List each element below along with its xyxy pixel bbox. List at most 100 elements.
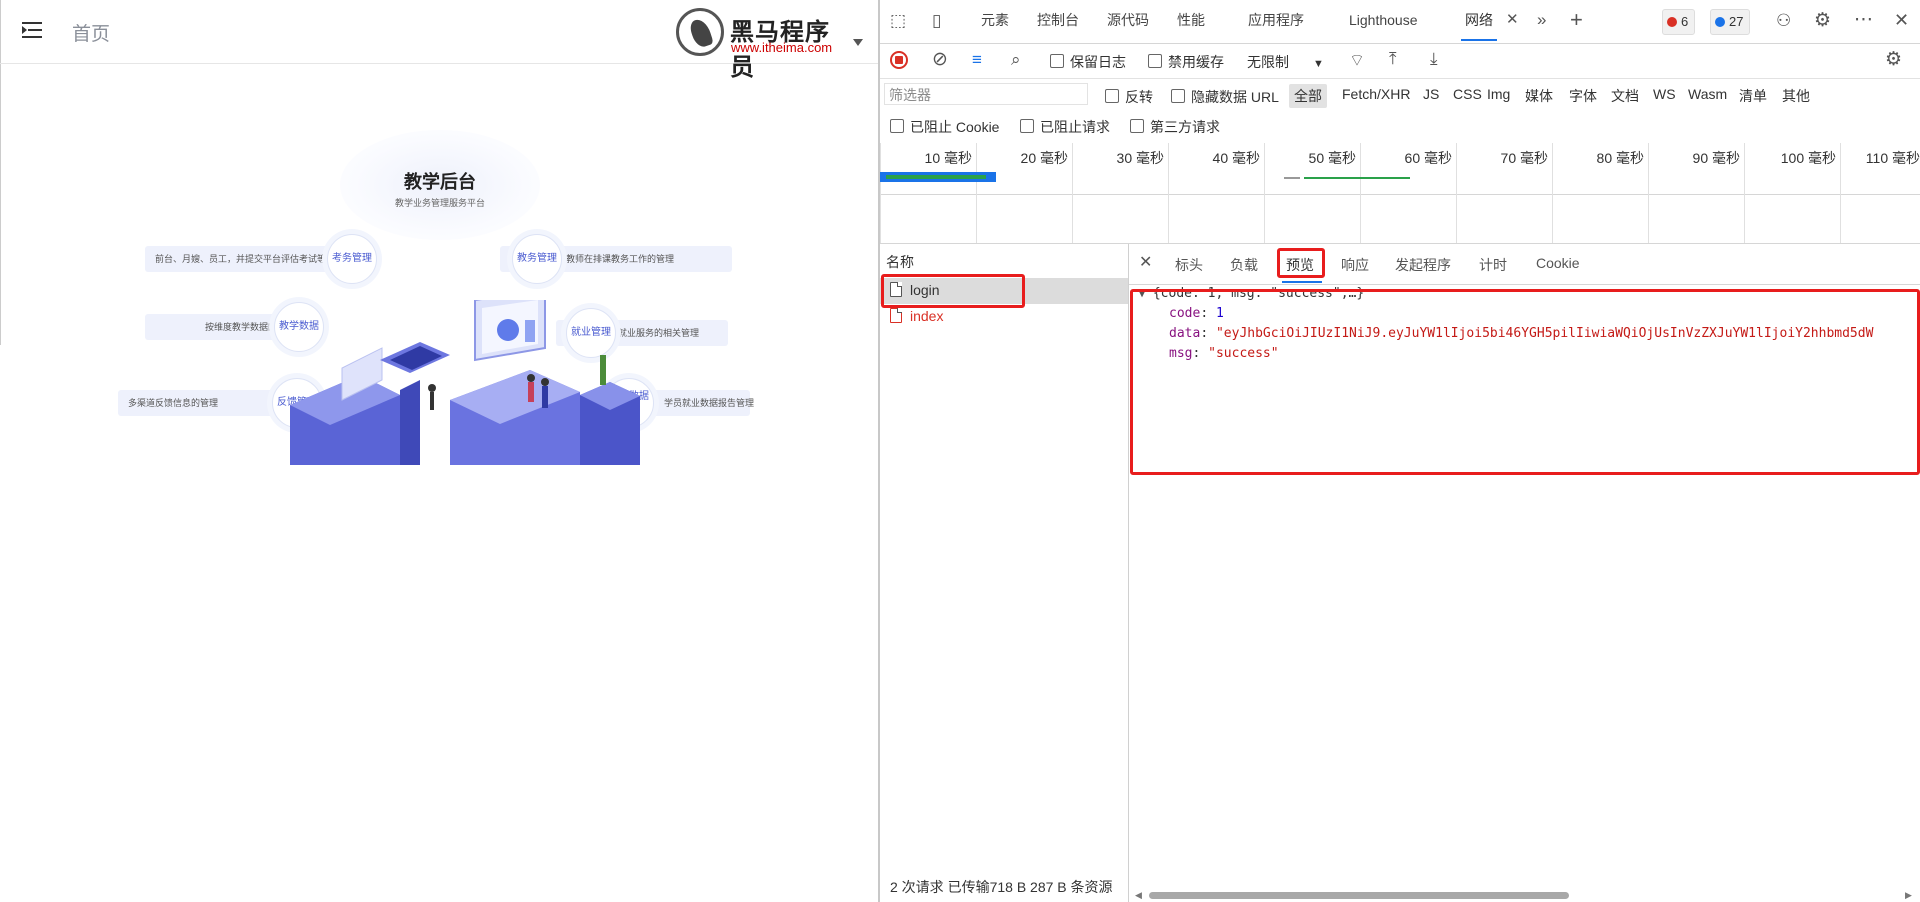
- breadcrumb-home[interactable]: 首页: [72, 19, 110, 46]
- more-tabs-icon[interactable]: »: [1537, 11, 1546, 28]
- horse-logo-icon: [676, 8, 724, 56]
- third-party-label: 第三方请求: [1150, 119, 1220, 135]
- disable-cache-checkbox[interactable]: 禁用缓存: [1148, 52, 1224, 72]
- feature-desc: 前台、月嫂、员工，并提交平台评估考试等的: [145, 246, 345, 272]
- filter-type-other[interactable]: 其他: [1782, 86, 1810, 106]
- hero-subtitle: 教学业务管理服务平台: [394, 198, 485, 208]
- hero-title: 教学后台: [404, 172, 476, 192]
- brand-url: www.itheima.com: [731, 40, 833, 55]
- preserve-log-checkbox[interactable]: 保留日志: [1050, 52, 1126, 72]
- request-list: 名称 login index 2 次请求 已传输718 B 287 B 条资源: [880, 244, 1129, 902]
- tab-elements[interactable]: 元素: [981, 0, 1009, 41]
- filter-input[interactable]: 筛选器: [884, 83, 1088, 105]
- tab-performance[interactable]: 性能: [1177, 0, 1205, 41]
- invert-checkbox[interactable]: 反转: [1105, 87, 1153, 107]
- tab-console[interactable]: 控制台: [1037, 0, 1079, 41]
- close-tab-icon[interactable]: ✕: [1506, 12, 1519, 27]
- timeline-tick: 90 毫秒: [1692, 150, 1740, 166]
- timeline-tick: 70 毫秒: [1500, 150, 1548, 166]
- filter-type-img[interactable]: Img: [1487, 86, 1510, 102]
- disable-cache-label: 禁用缓存: [1168, 54, 1224, 70]
- isometric-scene-illustration: [290, 300, 640, 465]
- timeline-request-bar: [1304, 177, 1410, 179]
- network-conditions-icon[interactable]: ⌔: [1349, 52, 1365, 69]
- active-tab-underline: [1282, 281, 1322, 283]
- filter-icon[interactable]: ≡: [972, 51, 982, 68]
- timeline-tick: 30 毫秒: [1116, 150, 1164, 166]
- tab-cookies[interactable]: Cookie: [1536, 255, 1580, 271]
- third-party-checkbox[interactable]: 第三方请求: [1130, 117, 1220, 137]
- hide-data-urls-checkbox[interactable]: 隐藏数据 URL: [1171, 87, 1279, 107]
- more-options-icon[interactable]: ⋯: [1854, 10, 1873, 29]
- import-har-icon[interactable]: ⤒: [1389, 50, 1397, 67]
- timeline-tick: 50 毫秒: [1308, 150, 1356, 166]
- user-dropdown-icon[interactable]: [853, 39, 863, 46]
- filter-type-all[interactable]: 全部: [1289, 84, 1327, 108]
- detail-tabbar: ✕ 标头 负载 预览 响应 发起程序 计时 Cookie: [1129, 244, 1920, 285]
- timeline-tick: 100 毫秒: [1780, 150, 1836, 166]
- timeline-tick: 60 毫秒: [1404, 150, 1452, 166]
- filter-type-xhr[interactable]: Fetch/XHR: [1342, 86, 1410, 102]
- horizontal-scrollbar[interactable]: ◀ ▶: [1129, 889, 1920, 901]
- network-status-summary: 2 次请求 已传输718 B 287 B 条资源: [890, 879, 1113, 895]
- tab-sources[interactable]: 源代码: [1107, 0, 1149, 41]
- search-icon[interactable]: ⌕: [1011, 51, 1021, 68]
- clear-icon[interactable]: ⊘: [932, 50, 948, 69]
- scroll-right-icon[interactable]: ▶: [1905, 890, 1912, 901]
- error-badge[interactable]: 6: [1662, 9, 1696, 35]
- invert-label: 反转: [1125, 89, 1153, 105]
- record-stop-icon[interactable]: [890, 51, 908, 69]
- filter-type-wasm[interactable]: Wasm: [1688, 86, 1727, 102]
- devtools-panel: ⬚ ▯ 元素 控制台 源代码 性能 应用程序 Lighthouse 网络 ✕ »…: [879, 0, 1920, 902]
- close-detail-icon[interactable]: ✕: [1139, 255, 1152, 271]
- hide-data-urls-label: 隐藏数据 URL: [1191, 89, 1279, 105]
- filter-type-manifest[interactable]: 清单: [1739, 86, 1767, 106]
- tab-lighthouse[interactable]: Lighthouse: [1349, 0, 1418, 41]
- device-toolbar-icon[interactable]: ▯: [932, 12, 941, 29]
- app-header: 首页 黑马程序员 www.itheima.com: [0, 0, 878, 81]
- tab-network[interactable]: 网络: [1461, 0, 1497, 41]
- feedback-icon[interactable]: ⚇: [1776, 12, 1791, 29]
- highlight-box-login: [881, 274, 1025, 308]
- throttle-value: 无限制: [1247, 54, 1289, 70]
- tab-application[interactable]: 应用程序: [1248, 0, 1304, 41]
- filter-type-media[interactable]: 媒体: [1525, 86, 1553, 106]
- message-badge[interactable]: 27: [1710, 9, 1751, 35]
- scroll-left-icon[interactable]: ◀: [1135, 890, 1142, 901]
- filter-type-doc[interactable]: 文档: [1611, 86, 1639, 106]
- throttle-select[interactable]: 无限制 ▼: [1247, 52, 1324, 72]
- settings-gear-icon[interactable]: ⚙: [1814, 11, 1831, 30]
- inspect-element-icon[interactable]: ⬚: [890, 12, 906, 29]
- blocked-requests-checkbox[interactable]: 已阻止请求: [1020, 117, 1110, 137]
- tab-timing[interactable]: 计时: [1479, 255, 1507, 275]
- add-tab-icon[interactable]: +: [1570, 9, 1583, 31]
- tab-initiator[interactable]: 发起程序: [1395, 255, 1451, 275]
- timeline-tick: 80 毫秒: [1596, 150, 1644, 166]
- menu-toggle-icon[interactable]: [20, 20, 44, 42]
- feature-node: 教务管理: [512, 234, 562, 284]
- highlight-box-preview-tab: [1277, 248, 1325, 278]
- error-count: 6: [1681, 14, 1689, 29]
- export-har-icon[interactable]: ⤓: [1430, 50, 1438, 67]
- scrollbar-thumb[interactable]: [1149, 892, 1569, 899]
- network-overview-timeline[interactable]: 10 毫秒 20 毫秒 30 毫秒 40 毫秒 50 毫秒 60 毫秒 70 毫…: [880, 143, 1920, 244]
- tab-payload[interactable]: 负载: [1230, 255, 1258, 275]
- tab-response[interactable]: 响应: [1341, 255, 1369, 275]
- close-devtools-icon[interactable]: ✕: [1894, 11, 1909, 29]
- name-column-header[interactable]: 名称: [886, 252, 914, 272]
- blocked-cookies-checkbox[interactable]: 已阻止 Cookie: [890, 117, 999, 137]
- filter-type-js[interactable]: JS: [1423, 86, 1439, 102]
- message-count: 27: [1729, 14, 1744, 29]
- app-window: 首页 黑马程序员 www.itheima.com 教学后台 教学业务管理服务平台…: [0, 0, 879, 902]
- request-name: index: [910, 308, 944, 324]
- filter-type-font[interactable]: 字体: [1569, 86, 1597, 106]
- timeline-request-bar: [1284, 177, 1300, 179]
- blocked-requests-label: 已阻止请求: [1040, 119, 1110, 135]
- chevron-down-icon: ▼: [1313, 58, 1324, 70]
- brand-logo: 黑马程序员 www.itheima.com: [676, 8, 854, 81]
- tab-headers[interactable]: 标头: [1175, 255, 1203, 275]
- network-settings-icon[interactable]: ⚙: [1885, 50, 1902, 69]
- filter-type-ws[interactable]: WS: [1653, 86, 1676, 102]
- filter-type-css[interactable]: CSS: [1453, 86, 1482, 102]
- timeline-tick: 40 毫秒: [1212, 150, 1260, 166]
